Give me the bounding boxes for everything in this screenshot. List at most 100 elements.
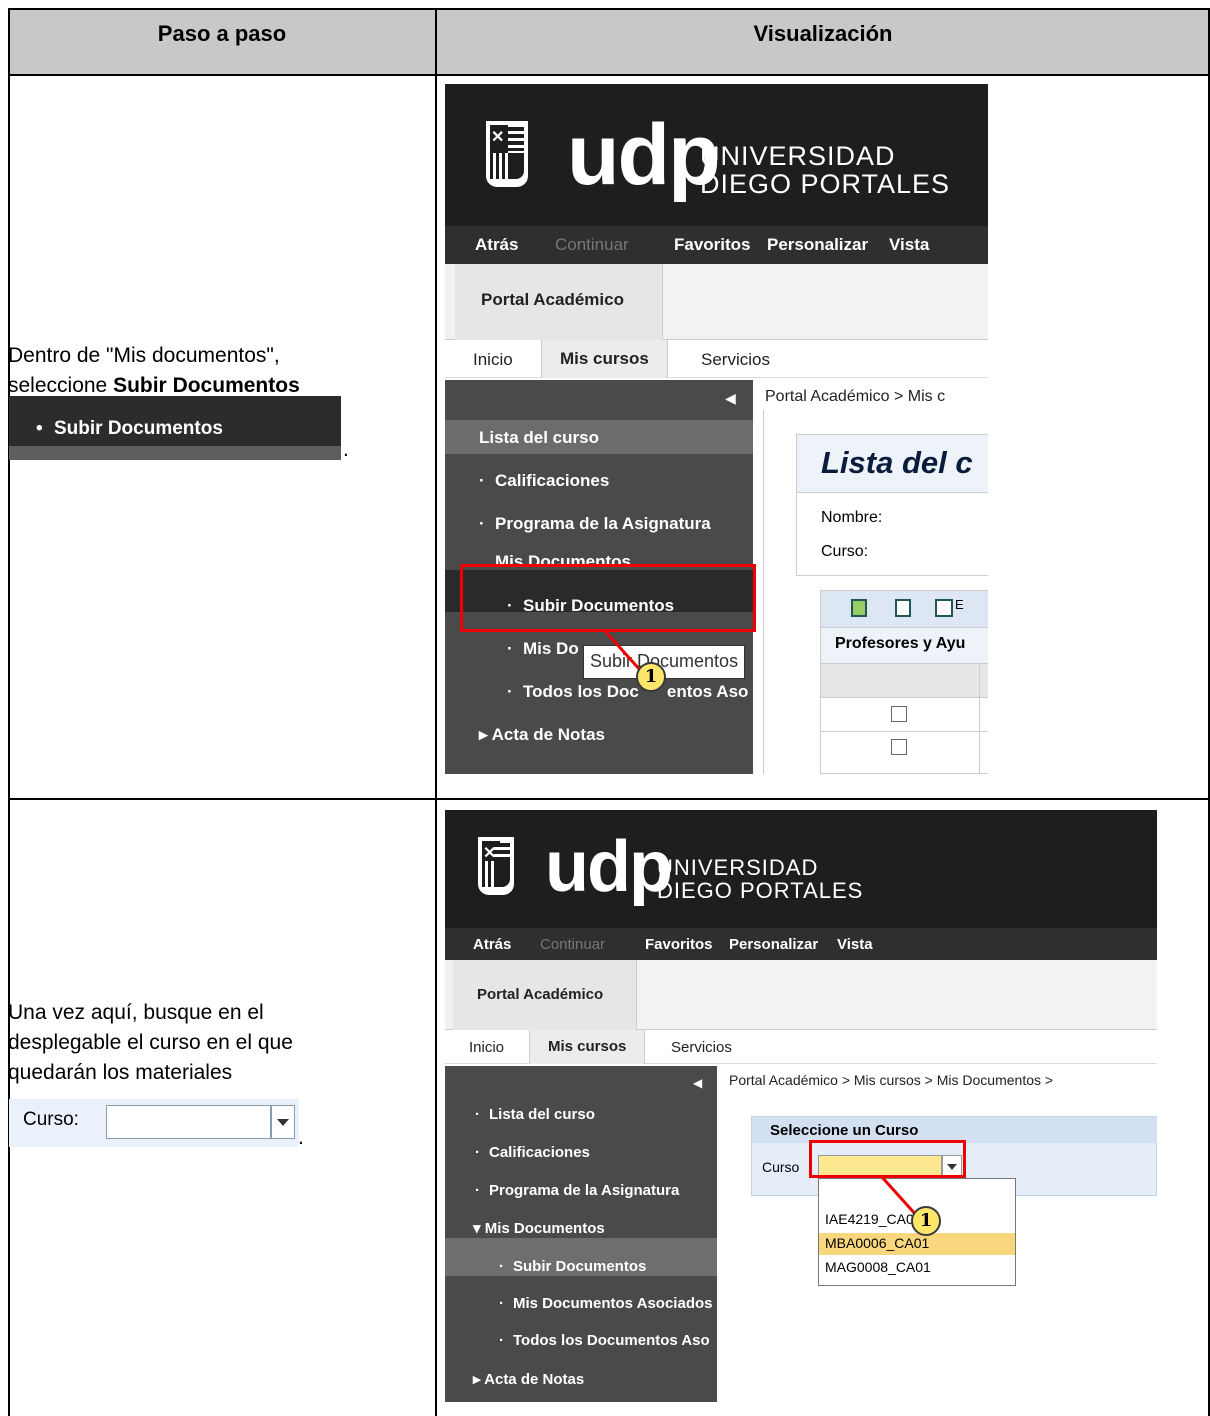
sidebar-item-lista[interactable]: Lista del curso: [479, 428, 599, 448]
header-paso-a-paso: Paso a paso: [8, 8, 436, 74]
portal-band: Portal Académico: [445, 264, 988, 340]
step1-instruction: Dentro de "Mis documentos", seleccione S…: [8, 341, 300, 401]
curso-label: Curso: [762, 1159, 800, 1175]
sidebar-item-todos[interactable]: Todos los Doc entos Aso: [523, 682, 748, 702]
filter-icon[interactable]: [935, 599, 953, 617]
sidebar-item-mis-doc-asociados[interactable]: Mis Documentos Asociados: [513, 1295, 712, 1312]
portal-tab[interactable]: Portal Académico: [455, 264, 663, 340]
sidebar-item-calificaciones[interactable]: Calificaciones: [489, 1144, 590, 1161]
nav-view[interactable]: Vista: [837, 936, 873, 953]
content-title: Lista del c: [821, 445, 973, 480]
nav-bar: Atrás Continuar Favoritos Personalizar V…: [445, 226, 988, 264]
sidebar-item-mis-doc[interactable]: Mis Do: [523, 639, 579, 659]
tab-servicios[interactable]: Servicios: [701, 350, 770, 370]
sample-curso-label: Curso:: [23, 1109, 79, 1130]
sample-subir-label: Subir Documentos: [36, 418, 223, 440]
sidebar-item-programa[interactable]: Programa de la Asignatura: [489, 1182, 679, 1199]
step1-trailing: .: [343, 438, 349, 461]
udp-logo-name: UNIVERSIDAD DIEGO PORTALES: [657, 856, 863, 902]
tab-inicio[interactable]: Inicio: [469, 1039, 504, 1056]
step1-bold: Subir Documentos: [113, 374, 300, 397]
screenshot-step2: udp UNIVERSIDAD DIEGO PORTALES Atrás Con…: [445, 810, 1157, 1402]
toolbar-tail: E: [955, 597, 964, 612]
export-icon[interactable]: [851, 599, 867, 617]
sidebar-item-calificaciones[interactable]: Calificaciones: [495, 471, 609, 491]
tabs-row: Inicio Mis cursos Servicios: [445, 1030, 1157, 1064]
nav-view[interactable]: Vista: [889, 235, 929, 255]
row-checkbox[interactable]: [891, 706, 907, 722]
column-divider: [979, 663, 980, 774]
bullet-icon: ·: [499, 1332, 504, 1349]
collapse-icon[interactable]: ◀: [693, 1076, 702, 1090]
nav-favorites[interactable]: Favoritos: [674, 235, 751, 255]
bullet-icon: ·: [507, 639, 513, 658]
highlight-curso: [809, 1140, 966, 1178]
nav-back[interactable]: Atrás: [473, 936, 511, 953]
sidebar-item-acta[interactable]: ▸ Acta de Notas: [473, 1370, 584, 1388]
tab-mis-cursos[interactable]: Mis cursos: [541, 340, 668, 378]
sidebar-menu: ◀ Lista del curso Calificaciones Program…: [445, 1066, 717, 1402]
step2-line2: desplegable el curso en el que: [8, 1031, 293, 1054]
subir-documentos-sample: Subir Documentos: [9, 396, 341, 460]
sidebar-item-subir[interactable]: Subir Documentos: [513, 1258, 646, 1275]
sidebar-item-acta[interactable]: ▸ Acta de Notas: [479, 725, 605, 745]
sidebar-item-todos[interactable]: Todos los Documentos Aso: [513, 1332, 710, 1349]
nav-forward[interactable]: Continuar: [555, 235, 629, 255]
table-row-divider: [8, 798, 1210, 800]
nav-bar: Atrás Continuar Favoritos Personalizar V…: [445, 928, 1157, 960]
field-nombre: Nombre:: [821, 509, 883, 526]
logo-line2: DIEGO PORTALES: [657, 878, 864, 904]
table-subheader: [821, 663, 988, 697]
step1-prefix: seleccione: [8, 374, 114, 397]
portal-band: Portal Académico: [445, 960, 1157, 1030]
sidebar-item-lista[interactable]: Lista del curso: [489, 1106, 595, 1123]
row-checkbox[interactable]: [891, 739, 907, 755]
bullet-icon: ·: [475, 1182, 480, 1199]
bullet-icon: ·: [499, 1258, 504, 1275]
nav-personalize[interactable]: Personalizar: [767, 235, 868, 255]
table-header: Profesores y Ayu: [835, 635, 966, 652]
table-header-divider: [8, 74, 1210, 76]
sidebar-item-mis-documentos[interactable]: ▾ Mis Documentos: [473, 1219, 605, 1237]
tabs-row: Inicio Mis cursos Servicios: [445, 340, 988, 378]
bullet-icon: ·: [499, 1295, 504, 1312]
tab-inicio[interactable]: Inicio: [473, 350, 513, 370]
nav-back[interactable]: Atrás: [475, 235, 518, 255]
logo-line1: UNIVERSIDAD: [700, 141, 896, 171]
sample-dropdown-icon: [271, 1105, 295, 1139]
brand-header: udp UNIVERSIDAD DIEGO PORTALES: [445, 810, 1157, 928]
udp-shield-icon: [475, 834, 517, 898]
table-column-divider: [435, 8, 437, 1416]
nav-forward[interactable]: Continuar: [540, 936, 605, 953]
field-curso: Curso:: [821, 543, 869, 560]
step2-instruction: Una vez aquí, busque en el desplegable e…: [8, 998, 293, 1088]
curso-dropdown-sample: Curso:: [9, 1099, 299, 1147]
step2-trailing: .: [298, 1126, 304, 1149]
acta-label: Acta de Notas: [484, 1371, 585, 1388]
portal-tab[interactable]: Portal Académico: [453, 960, 637, 1030]
logo-line1: UNIVERSIDAD: [657, 855, 819, 880]
bullet-icon: ·: [475, 1144, 480, 1161]
step-marker-icon: 1: [636, 662, 666, 692]
document-icon[interactable]: [895, 599, 911, 617]
option-iae4219[interactable]: IAE4219_CA01: [825, 1211, 922, 1227]
acta-label: Acta de Notas: [491, 725, 606, 744]
bullet-icon: ·: [507, 682, 513, 701]
nav-favorites[interactable]: Favoritos: [645, 936, 713, 953]
tab-mis-cursos[interactable]: Mis cursos: [529, 1030, 646, 1064]
option-mag0008[interactable]: MAG0008_CA01: [825, 1259, 931, 1275]
table-border-top: [8, 8, 1210, 10]
table-border-left: [8, 8, 10, 1416]
tab-servicios[interactable]: Servicios: [671, 1039, 732, 1056]
sidebar-item-programa[interactable]: Programa de la Asignatura: [495, 514, 711, 534]
breadcrumb: Portal Académico > Mis cursos > Mis Docu…: [729, 1072, 1054, 1088]
nav-personalize[interactable]: Personalizar: [729, 936, 818, 953]
udp-logo-text: udp: [567, 107, 721, 203]
mis-documentos-label: Mis Documentos: [484, 1220, 605, 1237]
udp-logo-text: udp: [545, 827, 673, 907]
step1-line1: Dentro de "Mis documentos",: [8, 344, 280, 367]
option-mba0006[interactable]: MBA0006_CA01: [825, 1235, 929, 1251]
collapse-icon[interactable]: ◀: [725, 390, 736, 407]
todos-tail: entos Aso: [666, 682, 749, 701]
content-area: Lista del c Nombre: Curso: E Profesores …: [763, 410, 988, 774]
